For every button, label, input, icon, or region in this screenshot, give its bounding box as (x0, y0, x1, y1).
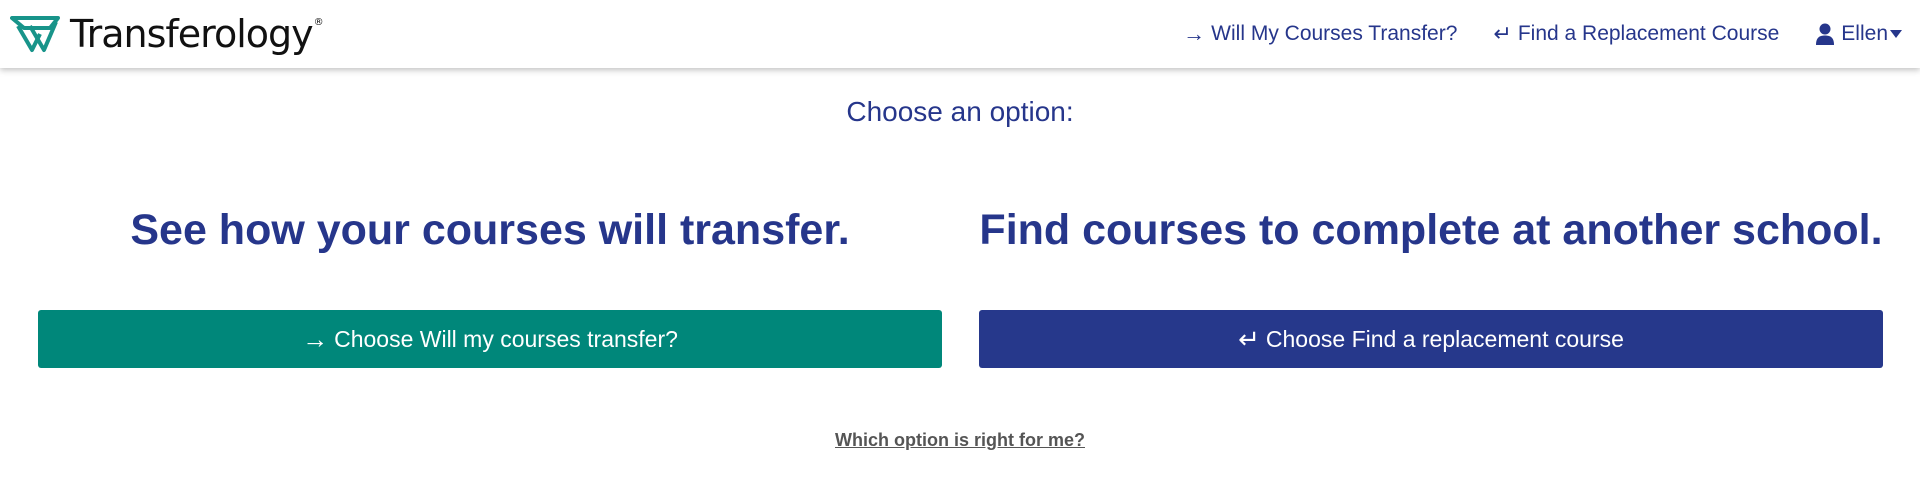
which-option-help-link[interactable]: Which option is right for me? (0, 430, 1920, 451)
choose-will-my-courses-transfer-label: Choose Will my courses transfer? (334, 325, 678, 352)
chevron-down-icon (1890, 30, 1902, 38)
option-replacement: Find courses to complete at another scho… (979, 200, 1883, 368)
option-replacement-heading: Find courses to complete at another scho… (979, 206, 1883, 254)
user-name: Ellen (1841, 22, 1888, 45)
choose-find-replacement-course-label: Choose Find a replacement course (1265, 325, 1624, 352)
main-nav: → Will My Courses Transfer? ↵ Find a Rep… (1147, 0, 1902, 68)
option-transfer-heading: See how your courses will transfer. (130, 206, 850, 254)
choose-find-replacement-course-button[interactable]: ↵ Choose Find a replacement course (979, 310, 1883, 368)
choose-option-prompt: Choose an option: (846, 96, 1074, 127)
logo-text: Transferology (70, 12, 314, 56)
arrow-right-icon: → (1183, 21, 1206, 46)
choose-will-my-courses-transfer-button[interactable]: → Choose Will my courses transfer? (38, 310, 942, 368)
user-icon (1816, 23, 1835, 45)
user-menu[interactable]: Ellen (1815, 22, 1902, 46)
nav-will-my-courses-transfer-label: Will My Courses Transfer? (1211, 22, 1458, 45)
nav-find-replacement-course[interactable]: ↵ Find a Replacement Course (1493, 22, 1779, 46)
logo-registered-mark: ® (313, 17, 324, 28)
nav-find-replacement-course-label: Find a Replacement Course (1517, 22, 1780, 45)
top-header: Transferology ® → Will My Courses Transf… (0, 0, 1920, 68)
transferology-logo-icon (10, 16, 60, 52)
nav-will-my-courses-transfer[interactable]: → Will My Courses Transfer? (1183, 22, 1457, 46)
option-transfer: See how your courses will transfer. → Ch… (38, 200, 942, 368)
arrow-right-icon: → (302, 324, 329, 354)
transferology-logo[interactable]: Transferology ® (10, 11, 324, 57)
return-arrow-icon: ↵ (1493, 21, 1512, 46)
return-arrow-icon: ↵ (1238, 324, 1260, 354)
